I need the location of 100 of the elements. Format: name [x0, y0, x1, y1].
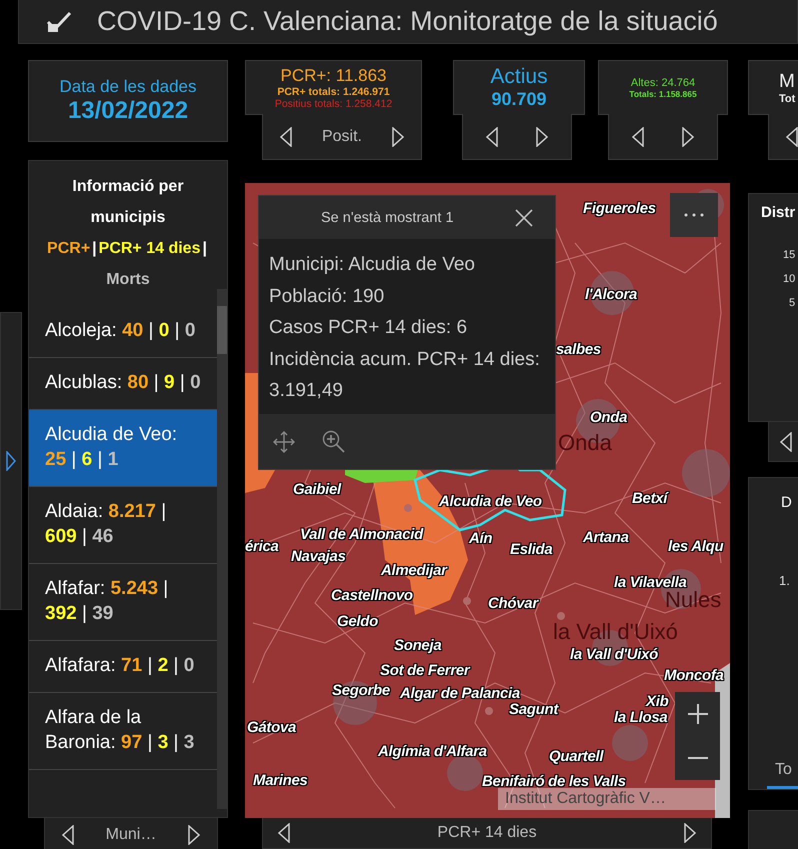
previous-button[interactable] — [277, 822, 291, 844]
navigation-label: Posit. — [322, 128, 362, 146]
axis-tick-label: 5 — [789, 296, 796, 311]
axis-tick-label: 15 — [783, 248, 796, 263]
next-button[interactable] — [390, 126, 405, 148]
place-label: Geldo — [337, 613, 378, 631]
triangle-right-icon — [6, 451, 16, 471]
place-label: Gaibiel — [293, 481, 341, 499]
kpi-detail: PCR+ totals: 1.246.971 — [277, 86, 390, 98]
kpi-label: M — [779, 70, 795, 93]
place-label: Aín — [469, 530, 492, 548]
place-label: la Vall d'Uixó — [570, 646, 658, 664]
place-label: Soneja — [394, 637, 442, 655]
kpi-label: Data de les dades — [59, 77, 197, 97]
previous-button[interactable] — [61, 824, 75, 846]
pan-button[interactable] — [271, 428, 297, 454]
next-button[interactable] — [681, 126, 695, 148]
previous-button[interactable] — [631, 126, 645, 148]
legend-separator: | — [202, 239, 207, 259]
next-button[interactable] — [535, 126, 549, 148]
zoom-in-icon — [322, 430, 346, 454]
kpi-label: Actius — [490, 65, 548, 90]
map-view[interactable] — [245, 183, 730, 818]
popup-field: Població: 190 — [269, 280, 545, 312]
triangle-right-icon — [392, 126, 404, 147]
panel-title: Distr — [761, 204, 796, 221]
municipality-item[interactable]: Alcudia de Veo: 25 | 6 | 1 — [29, 410, 218, 487]
triangle-left-icon — [780, 432, 792, 452]
previous-button[interactable] — [785, 126, 798, 148]
kpi-detail: Totals: 1.158.865 — [629, 88, 697, 99]
checkmark-icon — [46, 10, 72, 34]
previous-button[interactable] — [485, 126, 499, 148]
triangle-right-icon — [684, 823, 696, 843]
kpi-detail: Positius totals: 1.258.412 — [274, 98, 392, 110]
stat-value: 1. — [779, 573, 790, 588]
scrollbar[interactable] — [217, 289, 227, 809]
place-label: Xib — [646, 693, 668, 711]
panel-tab[interactable]: To — [767, 753, 798, 789]
place-label: Castellnovo — [331, 587, 413, 605]
place-label: Sot de Ferrer — [380, 662, 470, 680]
place-label: salbes — [556, 341, 601, 359]
place-label: l'Alcora — [585, 286, 638, 304]
legend-label: PCR+ — [47, 239, 90, 259]
place-label: Navajas — [291, 548, 346, 566]
popup-field: Municipi: Alcudia de Veo — [269, 249, 545, 280]
zoom-to-button[interactable] — [321, 428, 347, 454]
panel-title: Informació per municipis — [71, 177, 185, 228]
place-label: Quartell — [549, 748, 604, 766]
kpi-value: 90.709 — [491, 89, 547, 110]
legend-label: Morts — [106, 270, 150, 290]
legend-label: PCR+ 14 dies — [98, 239, 200, 259]
close-icon — [514, 208, 534, 228]
place-label: Benifairó de les Valls — [482, 773, 626, 791]
next-button[interactable] — [682, 822, 697, 844]
previous-button[interactable] — [279, 126, 293, 148]
kpi-detail: Altes: 24.764 — [630, 76, 696, 89]
plus-icon — [688, 704, 708, 724]
place-label: Onda — [590, 409, 628, 427]
triangle-left-icon — [786, 126, 798, 147]
popup-field: Incidència acum. PCR+ 14 dies: 3.191,49 — [269, 344, 545, 406]
previous-button[interactable] — [779, 430, 793, 452]
place-label: Algímia d'Alfara — [378, 743, 487, 761]
panel-title: D — [781, 494, 792, 511]
kpi-detail: Tot — [779, 92, 796, 105]
case-circle — [447, 755, 483, 791]
place-label: Alcudia de Veo — [439, 493, 542, 511]
next-button[interactable] — [187, 824, 201, 846]
triangle-right-icon — [682, 126, 694, 147]
place-label: Marines — [253, 772, 308, 790]
triangle-left-icon — [278, 823, 290, 843]
case-circle — [682, 449, 730, 497]
close-button[interactable] — [513, 206, 535, 228]
place-label: Algar de Palancia — [400, 685, 520, 703]
triangle-left-icon — [62, 824, 74, 844]
place-label: Almedijar — [381, 562, 447, 580]
navigation-label: Muni… — [106, 826, 156, 844]
place-label: la Llosa — [614, 709, 668, 727]
kpi-value: 13/02/2022 — [68, 97, 188, 125]
navigation-label: PCR+ 14 dies — [437, 824, 537, 842]
triangle-left-icon — [632, 126, 644, 147]
place-label: Chóvar — [488, 595, 538, 613]
place-label: les Alqu — [668, 538, 724, 556]
triangle-left-icon — [486, 126, 498, 147]
minus-icon — [688, 756, 708, 760]
move-icon — [273, 430, 295, 452]
popup-title: Se n'està mostrant 1 — [321, 210, 454, 226]
place-label: érica — [245, 538, 279, 556]
place-label: Sagunt — [509, 701, 558, 719]
legend-separator: | — [92, 239, 97, 259]
place-label: Artana — [583, 529, 629, 547]
case-circle — [612, 725, 648, 761]
axis-tick-label: 10 — [783, 272, 796, 287]
place-label: Vall de Almonacid — [300, 526, 423, 544]
window-title: COVID-19 C. Valenciana: Monitoratge de la situació — [97, 6, 718, 37]
triangle-left-icon — [280, 126, 292, 147]
triangle-right-icon — [536, 126, 548, 147]
place-label: Figueroles — [583, 200, 656, 218]
more-icon — [683, 212, 705, 218]
kpi-label: PCR+: 11.863 — [280, 66, 386, 86]
popup-field: Casos PCR+ 14 dies: 6 — [269, 312, 545, 344]
